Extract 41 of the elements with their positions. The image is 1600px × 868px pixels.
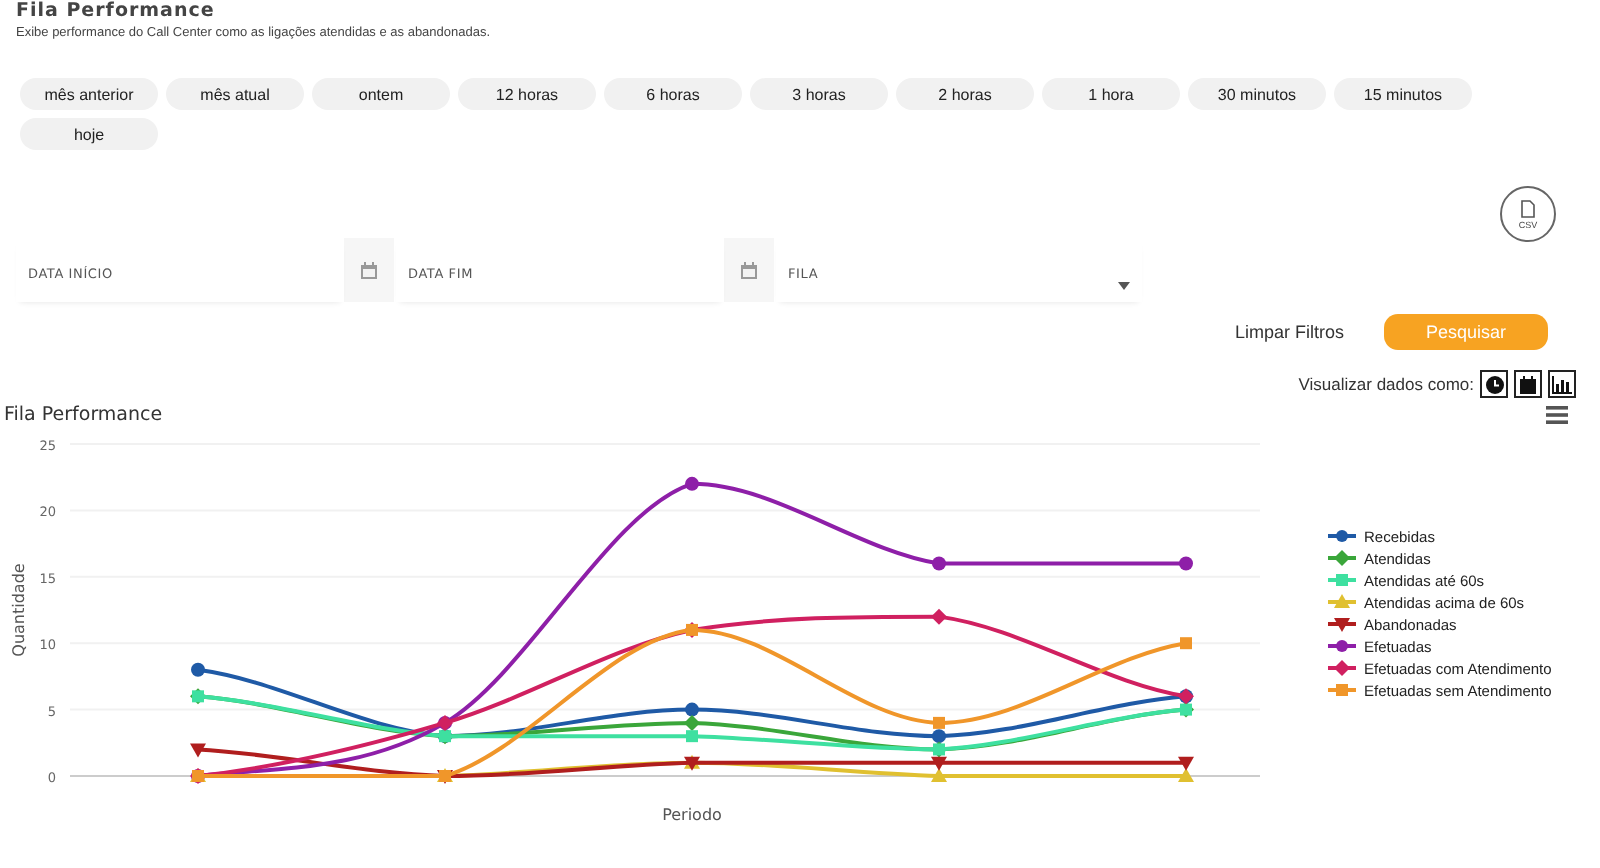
point <box>190 743 206 758</box>
point <box>1178 756 1194 771</box>
point <box>684 714 700 731</box>
point <box>931 608 947 625</box>
period-button[interactable]: 30 minutos <box>1188 78 1326 110</box>
point <box>932 556 946 571</box>
y-axis-title: Quantidade <box>10 563 28 657</box>
calendar-icon <box>740 261 758 279</box>
period-button[interactable]: 12 horas <box>458 78 596 110</box>
period-button[interactable]: 2 horas <box>896 78 1034 110</box>
period-button[interactable]: mês anterior <box>20 78 158 110</box>
menu-icon[interactable] <box>1546 406 1568 424</box>
point <box>933 716 945 729</box>
point <box>686 730 698 743</box>
period-button[interactable]: 1 hora <box>1042 78 1180 110</box>
period-button[interactable]: 15 minutos <box>1334 78 1472 110</box>
chart-view-button[interactable] <box>1548 370 1576 398</box>
page-title: Fila Performance <box>16 0 217 22</box>
clear-filters-button[interactable]: Limpar Filtros <box>1234 314 1344 350</box>
caret-icon <box>1118 282 1130 290</box>
file-icon <box>1520 199 1536 217</box>
point <box>685 702 699 717</box>
point <box>1178 768 1194 782</box>
point <box>932 729 946 744</box>
point <box>191 662 205 677</box>
calendar-view-button[interactable] <box>1514 370 1542 398</box>
point <box>685 476 699 491</box>
point <box>1180 637 1192 650</box>
chart-title: Fila Performance <box>4 404 163 426</box>
calendar-icon <box>360 261 378 279</box>
point <box>931 768 947 782</box>
clock-view-button[interactable] <box>1480 370 1508 398</box>
point <box>1179 556 1193 571</box>
view-as-label: Visualizar dados como: <box>1298 374 1474 394</box>
period-button[interactable]: hoje <box>20 118 158 150</box>
period-button[interactable]: 6 horas <box>604 78 742 110</box>
period-button[interactable]: mês atual <box>166 78 304 110</box>
period-button[interactable]: ontem <box>312 78 450 110</box>
x-axis-title: Periodo <box>662 806 722 824</box>
point <box>931 756 947 771</box>
period-button[interactable]: 3 horas <box>750 78 888 110</box>
